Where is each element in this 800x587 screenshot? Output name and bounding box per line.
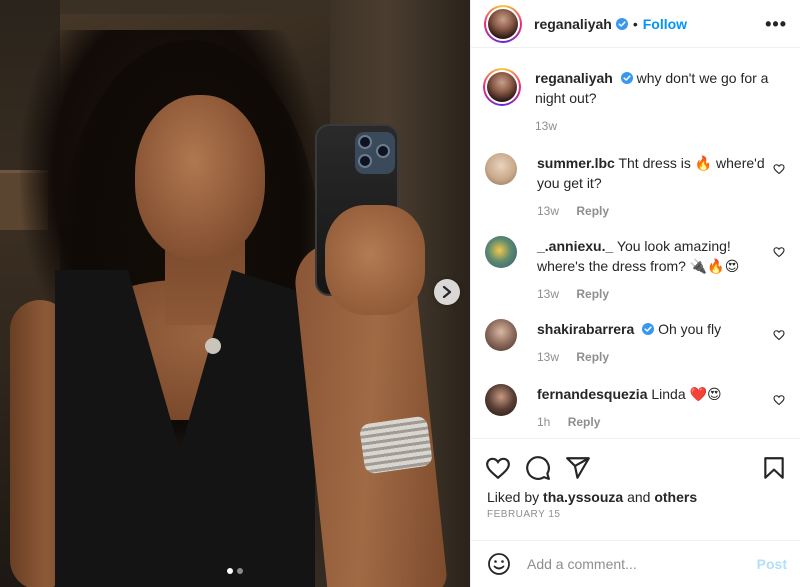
comment-text: Linda ❤️😍 (651, 386, 722, 402)
like-comment-icon[interactable] (773, 163, 785, 175)
photo-phone-camera (355, 132, 395, 174)
likes-prefix: Liked by (487, 489, 540, 505)
likes-others[interactable]: others (654, 489, 697, 505)
photo-subject (325, 205, 425, 315)
likes-connector: and (627, 489, 651, 505)
comment-meta: 13w Reply (537, 284, 777, 304)
photo-phone-lens (358, 154, 372, 168)
share-icon[interactable] (565, 455, 591, 481)
avatar-border (486, 6, 520, 41)
comment-body: _.anniexu._ You look amazing! where's th… (537, 236, 777, 304)
caption-body: reganaliyah why don't we go for a night … (535, 68, 785, 136)
comment-input[interactable] (527, 556, 747, 572)
comment-body: fernandesquezia Linda ❤️😍 1h Reply (537, 384, 777, 432)
photo-background (30, 0, 330, 14)
carousel-dot (227, 568, 233, 574)
post-photo[interactable] (0, 0, 470, 587)
reply-button[interactable]: Reply (576, 204, 609, 218)
follow-button[interactable]: Follow (643, 16, 687, 32)
likes-summary[interactable]: Liked by tha.yssouza and others (487, 489, 697, 505)
action-icons (485, 455, 591, 481)
header-separator: • (632, 15, 638, 32)
avatar-border (485, 70, 519, 104)
comment-row: _.anniexu._ You look amazing! where's th… (485, 236, 795, 304)
carousel-indicator (0, 568, 470, 574)
photo-subject (358, 415, 434, 475)
photo-subject (205, 338, 221, 354)
comment-username[interactable]: _.anniexu._ (537, 238, 613, 254)
comment-avatar[interactable] (485, 319, 517, 351)
avatar-image (487, 72, 517, 102)
comment-row: shakirabarrera Oh you fly 13w Reply (485, 319, 795, 367)
comment-time: 13w (537, 287, 560, 301)
comment-username[interactable]: fernandesquezia (537, 386, 647, 402)
caption-time: 13w (535, 119, 558, 133)
caption-row: reganaliyah why don't we go for a night … (483, 68, 795, 136)
author-username[interactable]: reganaliyah (534, 16, 612, 32)
comment-row: summer.lbc Tht dress is 🔥 where'd you ge… (485, 153, 795, 221)
photo-phone-lens (376, 144, 390, 158)
like-comment-icon[interactable] (773, 329, 785, 341)
comment-text: Oh you fly (658, 321, 722, 337)
like-comment-icon[interactable] (773, 394, 785, 406)
comment-time: 13w (537, 350, 560, 364)
photo-subject (135, 95, 265, 260)
caption-meta: 13w (535, 116, 785, 136)
post-side-panel: reganaliyah • Follow ••• reganaliyah why (470, 0, 800, 587)
comment-icon[interactable] (525, 455, 551, 481)
comment-meta: 13w Reply (537, 347, 777, 367)
comment-body: shakirabarrera Oh you fly 13w Reply (537, 319, 777, 367)
photo-phone-lens (358, 135, 372, 149)
verified-badge-icon (615, 17, 628, 30)
reply-button[interactable]: Reply (568, 415, 601, 429)
save-bookmark-icon[interactable] (761, 455, 787, 481)
comment-time: 1h (537, 415, 551, 429)
avatar-image (488, 8, 518, 39)
reply-button[interactable]: Reply (576, 350, 609, 364)
more-options-icon[interactable]: ••• (765, 14, 787, 35)
author-avatar[interactable] (484, 4, 522, 43)
comment-body: summer.lbc Tht dress is 🔥 where'd you ge… (537, 153, 777, 221)
post-comment-button[interactable]: Post (757, 556, 787, 572)
likes-user[interactable]: tha.yssouza (543, 489, 623, 505)
comment-meta: 13w Reply (537, 201, 777, 221)
post-header: reganaliyah • Follow ••• (471, 0, 800, 48)
comment-avatar[interactable] (485, 384, 517, 416)
caption-username[interactable]: reganaliyah (535, 70, 613, 86)
verified-badge-icon (620, 72, 633, 84)
like-icon[interactable] (485, 455, 511, 481)
comment-meta: 1h Reply (537, 412, 777, 432)
post-date: FEBRUARY 15 (487, 509, 561, 520)
comment-username[interactable]: shakirabarrera (537, 321, 634, 337)
comment-avatar[interactable] (485, 236, 517, 268)
chevron-right-icon (442, 286, 452, 298)
emoji-icon[interactable] (487, 552, 511, 576)
comment-time: 13w (537, 204, 560, 218)
like-comment-icon[interactable] (773, 246, 785, 258)
post-actions: Liked by tha.yssouza and others FEBRUARY… (471, 438, 800, 530)
comment-row: fernandesquezia Linda ❤️😍 1h Reply (485, 384, 795, 432)
verified-badge-icon (642, 323, 655, 335)
comment-avatar[interactable] (485, 153, 517, 185)
next-slide-button[interactable] (434, 279, 460, 305)
comment-username[interactable]: summer.lbc (537, 155, 615, 171)
caption-author-avatar[interactable] (483, 68, 521, 106)
carousel-dot (237, 568, 243, 574)
add-comment-bar: Post (471, 540, 800, 587)
reply-button[interactable]: Reply (576, 287, 609, 301)
